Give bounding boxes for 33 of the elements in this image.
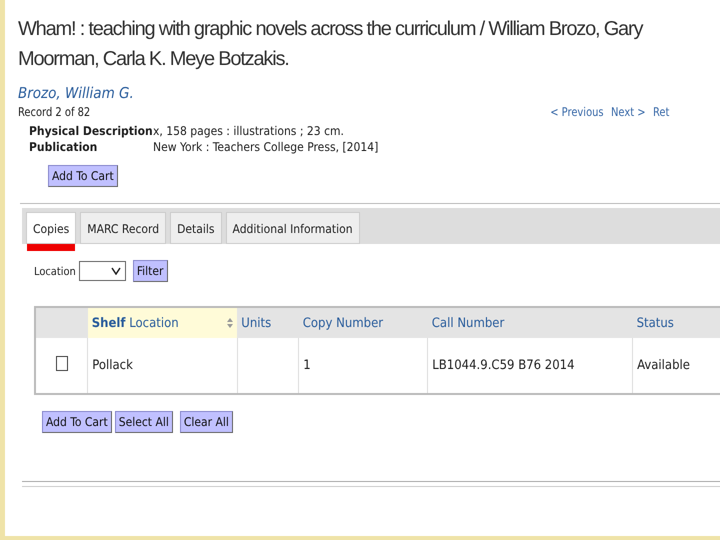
field-label: Publication bbox=[29, 139, 98, 155]
column-header[interactable]: Shelf Location bbox=[88, 307, 238, 338]
header-cell bbox=[35, 307, 88, 338]
sort-icon bbox=[227, 317, 234, 329]
location-label: Location bbox=[34, 264, 76, 278]
field-value: New York : Teachers College Press, [2014] bbox=[153, 139, 380, 155]
column-header[interactable]: Copy Number bbox=[298, 307, 428, 338]
row-checkbox[interactable] bbox=[56, 356, 68, 371]
field-label: Physical Description bbox=[29, 123, 153, 139]
action-button[interactable]: Add To Cart bbox=[42, 411, 112, 433]
nav-link[interactable]: < Previous bbox=[550, 105, 604, 119]
nav-link[interactable]: Next > bbox=[610, 105, 646, 119]
table-cell: Pollack bbox=[88, 338, 238, 394]
column-header[interactable]: Status bbox=[632, 307, 720, 338]
action-button[interactable]: Select All bbox=[114, 411, 173, 433]
chevron-icon bbox=[110, 267, 121, 275]
table-cell: LB1044.9.C59 B76 2014 bbox=[428, 338, 633, 394]
column-header[interactable]: Call Number bbox=[428, 307, 633, 338]
field-value: x, 158 pages : illustrations ; 23 cm. bbox=[153, 123, 345, 139]
author-link[interactable]: Brozo, William G. bbox=[18, 84, 720, 102]
column-header[interactable]: Units bbox=[237, 307, 299, 338]
tab[interactable]: Details bbox=[170, 212, 222, 244]
tab[interactable]: Additional Information bbox=[226, 212, 360, 244]
nav-link[interactable]: Ret bbox=[652, 105, 670, 119]
record-title: Wham! : teaching with graphic novels across the curriculum / William Brozo, Gary Moorman, Carla K. Meye Botzakis. bbox=[18, 17, 644, 72]
tab[interactable]: MARC Record bbox=[80, 212, 166, 244]
location-dropdown[interactable] bbox=[78, 261, 126, 281]
table-cell: 1 bbox=[298, 338, 428, 394]
record-position: Record 2 of 82 bbox=[18, 105, 90, 119]
add-to-cart-button[interactable]: Add To Cart bbox=[48, 165, 118, 187]
filter-button[interactable]: Filter bbox=[132, 260, 168, 282]
table-cell: Available bbox=[632, 338, 720, 394]
action-button[interactable]: Clear All bbox=[180, 411, 233, 433]
